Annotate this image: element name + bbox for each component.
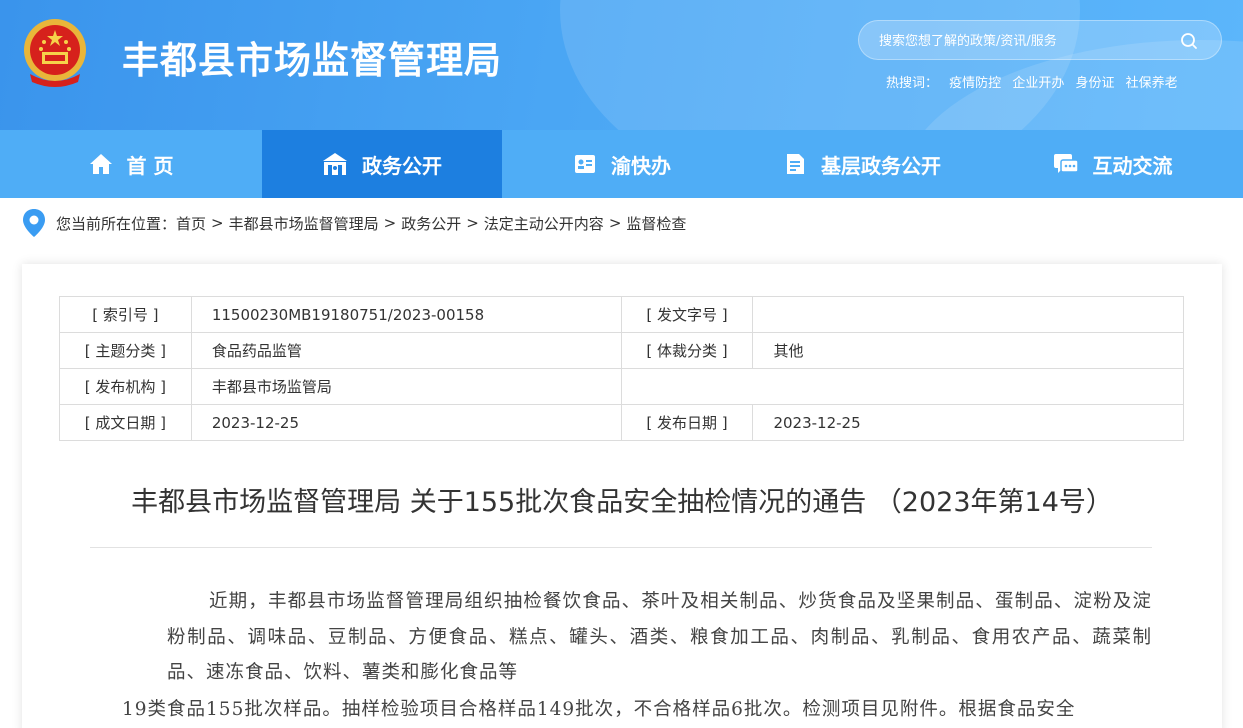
breadcrumb-separator: >	[466, 214, 479, 232]
index-number-label: [ 索引号 ]	[59, 296, 192, 333]
breadcrumb: 您当前所在位置： 首页 > 丰都县市场监督管理局 > 政务公开 > 法定主动公开…	[22, 208, 686, 238]
breadcrumb-item[interactable]: 政务公开	[401, 213, 461, 234]
national-emblem-icon	[24, 19, 86, 87]
written-date-label: [ 成文日期 ]	[59, 404, 192, 441]
nav-item-label: 互动交流	[1092, 153, 1173, 178]
hot-word-link[interactable]: 企业开办	[1012, 76, 1064, 91]
breadcrumb-item[interactable]: 首页	[176, 213, 206, 234]
written-date-value: 2023-12-25	[190, 404, 622, 441]
nav-item-grassroots-affairs[interactable]: 基层政务公开	[742, 130, 982, 198]
hot-word-link[interactable]: 疫情防控	[949, 76, 1001, 91]
publishing-org-label: [ 发布机构 ]	[59, 368, 192, 405]
hot-search-words: 热搜词： 疫情防控 企业开办 身份证 社保养老	[886, 72, 1185, 91]
article-paragraph: 19类食品155批次样品。抽样检验项目合格样品149批次，不合格样品6批次。检测…	[122, 699, 1076, 720]
breadcrumb-separator: >	[211, 214, 224, 232]
search-box	[858, 20, 1222, 60]
nav-item-yukuaiban[interactable]: 渝快办	[502, 130, 742, 198]
article-card: [ 索引号 ] 11500230MB19180751/2023-00158 [ …	[22, 264, 1222, 728]
search-input[interactable]	[879, 30, 1169, 52]
empty-cell	[620, 368, 1185, 405]
main-nav: 首 页 政务公开 渝快办 基层政务公开 互动交流	[0, 130, 1243, 198]
publish-date-value: 2023-12-25	[752, 404, 1184, 441]
government-building-icon	[323, 153, 347, 175]
breadcrumb-separator: >	[383, 214, 397, 232]
index-number-value: 11500230MB19180751/2023-00158	[190, 296, 622, 333]
nav-item-government-affairs[interactable]: 政务公开	[262, 130, 502, 198]
document-meta-table: [ 索引号 ] 11500230MB19180751/2023-00158 [ …	[59, 296, 1185, 441]
document-icon	[787, 154, 804, 174]
nav-item-label: 基层政务公开	[821, 153, 941, 178]
breadcrumb-item[interactable]: 法定主动公开内容	[484, 213, 604, 234]
table-row: [ 主题分类 ] 食品药品监管 [ 体裁分类 ] 其他	[59, 332, 1184, 369]
breadcrumb-prefix: 您当前所在位置：	[56, 214, 177, 233]
nav-item-interaction[interactable]: 互动交流	[982, 130, 1243, 198]
genre-category-value: 其他	[752, 332, 1184, 369]
genre-category-label: [ 体裁分类 ]	[620, 332, 754, 369]
breadcrumb-item[interactable]: 丰都县市场监督管理局	[229, 213, 379, 234]
table-row: [ 索引号 ] 11500230MB19180751/2023-00158 [ …	[59, 296, 1184, 333]
publish-date-label: [ 发布日期 ]	[620, 404, 754, 441]
table-row: [ 成文日期 ] 2023-12-25 [ 发布日期 ] 2023-12-25	[59, 404, 1184, 441]
nav-item-label: 首 页	[126, 153, 174, 178]
chat-icon	[1053, 154, 1079, 173]
topic-category-value: 食品药品监管	[190, 332, 622, 369]
id-card-icon	[575, 155, 595, 173]
hot-word-link[interactable]: 社保养老	[1126, 76, 1178, 91]
breadcrumb-separator: >	[608, 214, 622, 232]
topic-category-label: [ 主题分类 ]	[59, 332, 192, 369]
publishing-org-value: 丰都县市场监管局	[190, 368, 622, 405]
table-row: [ 发布机构 ] 丰都县市场监管局	[59, 368, 1185, 405]
hot-search-label: 热搜词：	[886, 76, 939, 91]
site-header: 丰都县市场监督管理局 热搜词： 疫情防控 企业开办 身份证 社保养老	[0, 0, 1243, 130]
nav-item-label: 渝快办	[611, 153, 671, 178]
location-pin-icon	[23, 209, 45, 237]
breadcrumb-item[interactable]: 监督检查	[626, 213, 686, 234]
home-icon	[89, 154, 112, 174]
site-title[interactable]: 丰都县市场监督管理局	[122, 30, 502, 84]
document-number-value	[752, 296, 1184, 333]
nav-item-home[interactable]: 首 页	[0, 130, 262, 198]
hot-word-link[interactable]: 身份证	[1075, 76, 1114, 91]
article-body: 近期，丰都县市场监督管理局组织抽检餐饮食品、茶叶及相关制品、炒货食品及坚果制品、…	[167, 584, 1152, 691]
article-paragraph: 近期，丰都县市场监督管理局组织抽检餐饮食品、茶叶及相关制品、炒货食品及坚果制品、…	[167, 591, 1152, 683]
document-number-label: [ 发文字号 ]	[620, 296, 754, 333]
nav-item-label: 政务公开	[362, 153, 442, 178]
title-divider	[90, 547, 1152, 548]
search-icon[interactable]	[1179, 31, 1199, 51]
article-title: 丰都县市场监督管理局 关于155批次食品安全抽检情况的通告 （2023年第14号…	[131, 487, 1113, 518]
